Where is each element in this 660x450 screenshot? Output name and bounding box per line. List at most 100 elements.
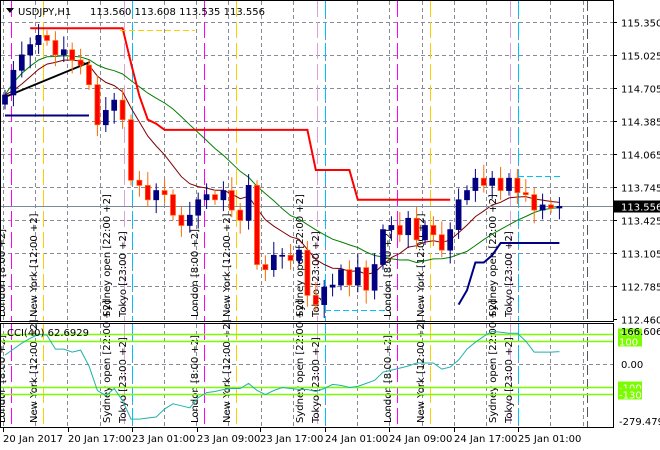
bear-candle: [144, 185, 151, 201]
bull-candle: [195, 199, 202, 216]
bull-candle: [203, 194, 210, 201]
bear-candle: [69, 49, 76, 61]
cci-panel: [1, 330, 613, 420]
price-tick-label: 114.385: [621, 118, 660, 129]
price-tick-label: 114.065: [621, 151, 660, 162]
trend-line: [4, 61, 91, 98]
cci-title: CCI(40) 62.6929: [7, 328, 89, 339]
time-label: 23 Jan 09:00: [197, 434, 260, 445]
bull-candle: [338, 269, 344, 286]
bear-candle: [52, 40, 59, 56]
price-tick-label: 113.745: [621, 184, 660, 195]
bull-candle: [539, 204, 546, 211]
bull-candle: [405, 217, 412, 236]
cci-level-label: 100: [619, 338, 638, 349]
fast-moving-average-line: [4, 59, 560, 275]
bear-candle: [262, 264, 269, 271]
time-label: 23 Jan 17:00: [260, 434, 323, 445]
newyork-session-label: New York [12:00 +2]: [29, 213, 40, 317]
bear-candle: [77, 59, 84, 66]
bull-candle: [2, 94, 8, 105]
price-tick-label: 115.350: [621, 19, 660, 30]
bear-candle: [430, 225, 437, 236]
bear-candle: [287, 254, 294, 261]
bull-candle: [296, 249, 302, 261]
sydney-session-label: Sydney open [22:00 +2]: [102, 194, 113, 317]
chart-window[interactable]: London [8:00 +2] London [8:00 +2] London […: [0, 0, 660, 450]
london-session-label: London [8:00 +2]: [190, 229, 201, 317]
price-tick-label: 112.785: [621, 283, 660, 294]
bull-candle: [27, 44, 34, 56]
bull-candle: [18, 54, 25, 71]
london-session-label: London [8:00 +2]: [0, 229, 8, 317]
bear-candle: [94, 84, 101, 126]
time-label: 23 Jan 01:00: [132, 434, 195, 445]
bear-candle: [514, 177, 521, 193]
bear-candle: [161, 190, 168, 196]
bear-candle: [119, 99, 126, 120]
bear-candle: [480, 177, 487, 186]
price-chart[interactable]: London [8:00 +2] London [8:00 +2] London […: [0, 0, 660, 450]
bull-candle: [60, 49, 67, 56]
grid: [1, 1, 613, 427]
price-tick-label: 112.460: [621, 316, 660, 327]
bull-candle: [321, 286, 328, 305]
tokyo-session-label: Tokyo [23:00 +2]: [311, 337, 322, 424]
bear-candle: [228, 190, 235, 211]
bear-candle: [254, 185, 260, 265]
tokyo-session-label: Tokyo [23:00 +2]: [504, 337, 515, 424]
price-tick-label: 113.425: [621, 217, 660, 228]
tokyo-session-label: Tokyo [23:00 +2]: [118, 231, 129, 318]
bull-candle: [455, 199, 462, 230]
bear-candle: [396, 225, 403, 236]
bear-candle: [212, 194, 218, 201]
resistance-stop-line: [30, 27, 451, 201]
bull-candle: [329, 284, 336, 288]
price-tick-label: 115.025: [621, 52, 660, 63]
bull-candle: [111, 99, 118, 111]
bear-candle: [438, 234, 445, 251]
collapse-triangle-icon[interactable]: [6, 8, 14, 13]
london-session-label: London [8:00 +2]: [0, 335, 8, 423]
bear-candle: [170, 194, 176, 216]
bull-candle: [153, 190, 160, 201]
bull-candle: [489, 177, 496, 186]
price-tick-label: 114.705: [621, 85, 660, 96]
sydney-session-label: Sydney open [22:00 +2]: [488, 194, 499, 317]
bear-candle: [44, 35, 50, 41]
bear-candle: [531, 194, 538, 211]
bear-candle: [522, 192, 529, 196]
bear-candle: [178, 214, 185, 226]
bull-candle: [279, 254, 286, 257]
tokyo-session-label: Tokyo [23:00 +2]: [504, 231, 515, 318]
time-label: 25 Jan 01:00: [518, 434, 581, 445]
bull-candle: [270, 254, 277, 271]
price-tick-label: 113.105: [621, 250, 660, 261]
bull-candle: [220, 190, 227, 201]
bull-candle: [447, 229, 454, 251]
bull-candle: [35, 35, 42, 45]
bear-candle: [237, 209, 244, 221]
bull-candle: [186, 214, 193, 226]
bull-candle: [472, 177, 479, 191]
sydney-session-label: Sydney open [22:00 +2]: [102, 300, 113, 423]
cci-line: [4, 330, 560, 420]
bull-candle: [245, 185, 252, 221]
london-session-label: London [8:00 +2]: [190, 335, 201, 423]
current-price-label: 113.556: [621, 203, 660, 214]
bear-candle: [136, 179, 143, 186]
cci-max-label: 166.606: [621, 327, 660, 338]
bear-candle: [86, 64, 92, 86]
cci-level-label: -130: [619, 391, 642, 402]
bear-candle: [312, 295, 319, 305]
bull-candle: [10, 69, 17, 96]
newyork-session-label: New York [12:00 +2]: [222, 213, 233, 317]
bull-candle: [354, 267, 361, 286]
bull-candle: [380, 229, 386, 265]
axes: [0, 0, 617, 432]
bear-candle: [413, 217, 420, 241]
sydney-session-label: Sydney open [22:00 +2]: [488, 300, 499, 423]
sydney-session-label: Sydney open [22:00 +2]: [295, 300, 306, 423]
bull-candle: [464, 190, 470, 201]
time-label: 20 Jan 2017: [3, 434, 63, 445]
